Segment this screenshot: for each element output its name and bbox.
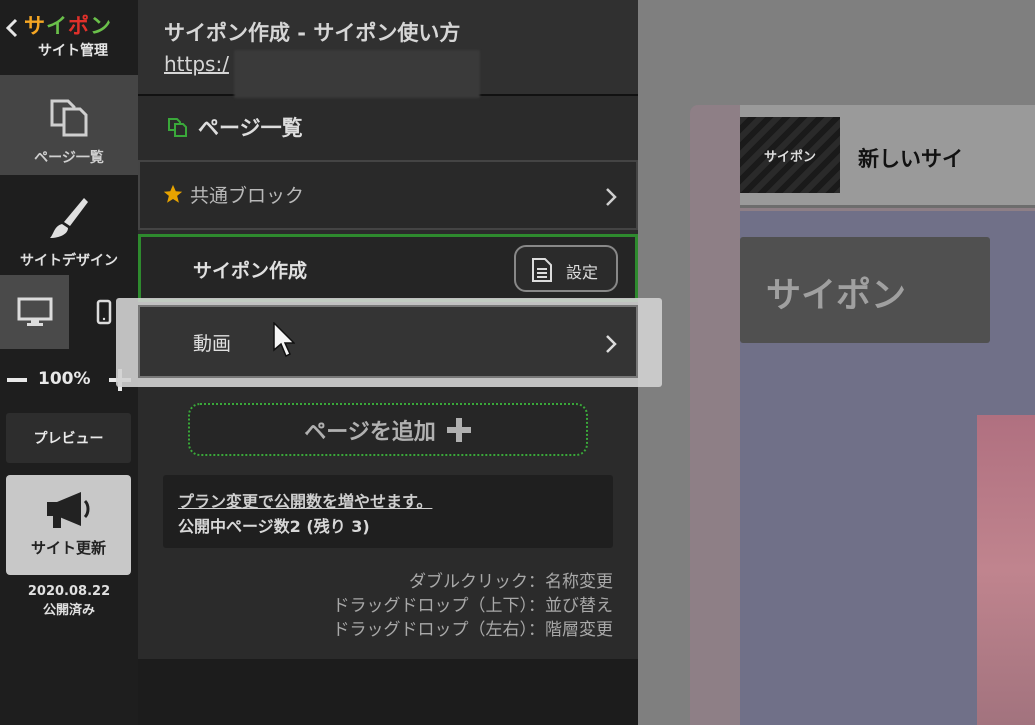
page-row-video[interactable]: 動画	[138, 305, 638, 378]
publish-date: 2020.08.22	[27, 584, 111, 599]
page-list-title: ページ一覧	[198, 116, 303, 140]
preview-site-name: 新しいサイ	[858, 147, 963, 171]
page-list-heading: ページ一覧	[166, 112, 303, 142]
site-url-link[interactable]: https:/	[164, 52, 229, 76]
megaphone-icon	[46, 492, 89, 528]
chevron-right-icon	[606, 335, 617, 353]
pages-icon	[50, 99, 88, 137]
panel-header: サイポン作成 - サイポン使い方 https:/	[138, 0, 638, 98]
plan-change-link[interactable]: プラン変更で公開数を増やせます。	[178, 488, 432, 512]
back-to-site-manager[interactable]: サイポン サイト管理	[0, 0, 138, 74]
preview-frame: サイポン 新しいサイ サイポン	[690, 105, 1035, 725]
preview-button[interactable]: プレビュー	[6, 413, 131, 463]
chevron-left-icon	[6, 18, 18, 38]
document-icon	[532, 258, 552, 282]
preview-image	[977, 415, 1035, 725]
zoom-level: 100%	[38, 369, 91, 389]
url-redaction	[234, 50, 480, 98]
site-design-label: サイトデザイン	[20, 253, 118, 269]
published-page-count: 公開中ページ数2 (残り 3)	[178, 517, 370, 536]
desktop-icon	[17, 297, 52, 326]
page-row-sitepon-create[interactable]: サイポン作成 設定	[138, 234, 638, 302]
zoom-out-icon[interactable]	[6, 369, 28, 391]
chevron-right-icon	[606, 188, 617, 206]
desktop-view-button[interactable]	[0, 275, 69, 349]
preview-title-box: サイポン	[740, 237, 990, 343]
mouse-cursor-icon	[273, 322, 295, 358]
star-icon	[163, 184, 183, 203]
site-design-button[interactable]: サイトデザイン	[0, 178, 138, 273]
smartphone-icon	[96, 299, 111, 325]
sitepon-logo: サイポン	[24, 14, 112, 38]
hint-line: ドラッグドロップ（左右）：階層変更	[332, 620, 614, 640]
site-title: サイポン作成 - サイポン使い方	[164, 21, 461, 45]
pages-icon	[168, 118, 187, 137]
page-row-common-block[interactable]: 共通ブロック	[138, 160, 638, 230]
hint-line: ダブルクリック：名称変更	[409, 572, 613, 592]
page-settings-button[interactable]: 設定	[514, 245, 618, 292]
preview-logo: サイポン	[740, 117, 840, 193]
page-row-label: サイポン作成	[193, 260, 308, 282]
publish-status: 公開済み	[42, 603, 95, 618]
settings-label: 設定	[566, 263, 599, 282]
plus-icon	[446, 417, 471, 442]
plan-info-box: プラン変更で公開数を増やせます。 公開中ページ数2 (残り 3)	[163, 475, 613, 548]
add-page-button[interactable]: ページを追加	[188, 403, 588, 456]
page-list-label: ページ一覧	[34, 150, 104, 166]
preview-header: サイポン 新しいサイ	[740, 105, 1035, 208]
hint-line: ドラッグドロップ（上下）：並び替え	[332, 596, 614, 616]
site-update-button[interactable]: サイト更新	[6, 475, 131, 575]
page-list-button[interactable]: ページ一覧	[0, 75, 138, 175]
page-row-label: 動画	[193, 333, 232, 355]
page-row-label: 共通ブロック	[190, 185, 305, 207]
brush-icon	[50, 198, 88, 238]
preview-title: サイポン	[766, 276, 907, 316]
site-update-label: サイト更新	[30, 539, 106, 557]
site-manager-label: サイト管理	[38, 43, 108, 59]
publish-info: 2020.08.22 公開済み	[0, 582, 138, 620]
add-page-label: ページを追加	[304, 419, 436, 445]
operation-hints: ダブルクリック：名称変更 ドラッグドロップ（上下）：並び替え ドラッグドロップ（…	[333, 570, 614, 642]
site-preview-area: サイポン 新しいサイ サイポン	[638, 0, 1035, 725]
